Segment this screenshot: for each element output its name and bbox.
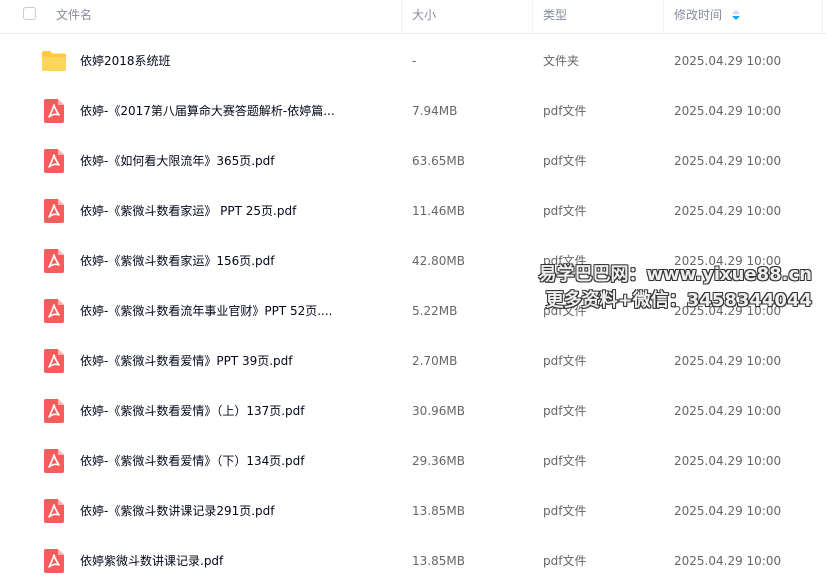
- file-size: 42.80MB: [412, 254, 465, 268]
- folder-icon: [41, 50, 67, 72]
- file-row[interactable]: 依婷-《紫微斗数看爱情》（下）134页.pdf 29.36MB pdf文件 2025.…: [0, 436, 826, 486]
- pdf-icon: [44, 149, 64, 173]
- file-name[interactable]: 依婷-《紫微斗数讲课记录291页.pdf: [80, 486, 380, 536]
- file-name[interactable]: 依婷2018系统班: [80, 36, 380, 86]
- pdf-icon: [44, 549, 64, 573]
- file-list-header: 文件名 大小 类型 修改时间: [0, 0, 826, 34]
- file-modified-time: 2025.04.29 10:00: [674, 504, 782, 518]
- watermark-line: 更多资料+微信：3458344044: [545, 290, 812, 311]
- column-header-size[interactable]: 大小: [412, 0, 436, 33]
- file-type: pdf文件: [543, 504, 587, 518]
- file-name[interactable]: 依婷-《紫微斗数看家运》 PPT 25页.pdf: [80, 186, 380, 236]
- file-row[interactable]: 依婷2018系统班 - 文件夹 2025.04.29 10:00: [0, 36, 826, 86]
- select-all-checkbox[interactable]: [23, 7, 36, 20]
- file-name[interactable]: 依婷-《紫微斗数看家运》156页.pdf: [80, 236, 380, 286]
- file-row[interactable]: 依婷-《紫微斗数看爱情》（上）137页.pdf 30.96MB pdf文件 2025.…: [0, 386, 826, 436]
- file-name[interactable]: 依婷-《紫微斗数看爱情》（下）134页.pdf: [80, 436, 380, 486]
- file-type: pdf文件: [543, 404, 587, 418]
- file-size: 29.36MB: [412, 454, 465, 468]
- column-header-type[interactable]: 类型: [543, 0, 567, 33]
- pdf-icon: [44, 299, 64, 323]
- file-name[interactable]: 依婷-《2017第八届算命大赛答题解析-依婷篇...: [80, 86, 380, 136]
- watermark-line: 易学巴巴网：www.yixue88.cn: [538, 264, 812, 285]
- column-divider[interactable]: [401, 0, 402, 33]
- column-divider[interactable]: [663, 0, 664, 33]
- column-header-name[interactable]: 文件名: [56, 0, 92, 33]
- file-name[interactable]: 依婷-《紫微斗数看爱情》（上）137页.pdf: [80, 386, 380, 436]
- file-size: -: [412, 54, 417, 68]
- file-modified-time: 2025.04.29 10:00: [674, 404, 782, 418]
- file-modified-time: 2025.04.29 10:00: [674, 354, 782, 368]
- file-type: pdf文件: [543, 354, 587, 368]
- file-row[interactable]: 依婷-《如何看大限流年》365页.pdf 63.65MB pdf文件 2025.04.…: [0, 136, 826, 186]
- file-size: 30.96MB: [412, 404, 465, 418]
- file-row[interactable]: 依婷-《紫微斗数看爱情》PPT 39页.pdf 2.70MB pdf文件 2025.0…: [0, 336, 826, 386]
- file-size: 5.22MB: [412, 304, 458, 318]
- file-type: 文件夹: [543, 54, 580, 68]
- file-size: 13.85MB: [412, 504, 465, 518]
- file-modified-time: 2025.04.29 10:00: [674, 454, 782, 468]
- file-type: pdf文件: [543, 104, 587, 118]
- file-size: 7.94MB: [412, 104, 458, 118]
- file-type: pdf文件: [543, 454, 587, 468]
- file-modified-time: 2025.04.29 10:00: [674, 104, 782, 118]
- file-row[interactable]: 依婷-《2017第八届算命大赛答题解析-依婷篇... 7.94MB pdf文件 202…: [0, 86, 826, 136]
- file-type: pdf文件: [543, 204, 587, 218]
- pdf-icon: [44, 99, 64, 123]
- file-modified-time: 2025.04.29 10:00: [674, 554, 782, 568]
- file-type: pdf文件: [543, 154, 587, 168]
- sort-descending-icon[interactable]: [732, 10, 740, 21]
- file-row[interactable]: 依婷-《紫微斗数看家运》 PPT 25页.pdf 11.46MB pdf文件 2025…: [0, 186, 826, 236]
- watermark: 易学巴巴网：www.yixue88.cn 更多资料+微信：3458344044: [539, 262, 812, 314]
- file-size: 13.85MB: [412, 554, 465, 568]
- pdf-icon: [44, 449, 64, 473]
- file-size: 2.70MB: [412, 354, 458, 368]
- column-divider[interactable]: [822, 0, 823, 33]
- file-name[interactable]: 依婷-《紫微斗数看流年事业官财》PPT 52页....: [80, 286, 380, 336]
- file-name[interactable]: 依婷-《如何看大限流年》365页.pdf: [80, 136, 380, 186]
- file-row[interactable]: 依婷-《紫微斗数讲课记录291页.pdf 13.85MB pdf文件 2025.04.…: [0, 486, 826, 536]
- file-type: pdf文件: [543, 554, 587, 568]
- file-modified-time: 2025.04.29 10:00: [674, 54, 782, 68]
- file-row[interactable]: 依婷紫微斗数讲课记录.pdf 13.85MB pdf文件 2025.04.29 10:…: [0, 536, 826, 586]
- pdf-icon: [44, 249, 64, 273]
- file-size: 63.65MB: [412, 154, 465, 168]
- pdf-icon: [44, 199, 64, 223]
- column-header-modified-time[interactable]: 修改时间: [674, 0, 722, 33]
- pdf-icon: [44, 349, 64, 373]
- file-name[interactable]: 依婷紫微斗数讲课记录.pdf: [80, 536, 380, 586]
- file-name[interactable]: 依婷-《紫微斗数看爱情》PPT 39页.pdf: [80, 336, 380, 386]
- file-modified-time: 2025.04.29 10:00: [674, 154, 782, 168]
- file-size: 11.46MB: [412, 204, 465, 218]
- pdf-icon: [44, 499, 64, 523]
- file-modified-time: 2025.04.29 10:00: [674, 204, 782, 218]
- column-divider[interactable]: [532, 0, 533, 33]
- pdf-icon: [44, 399, 64, 423]
